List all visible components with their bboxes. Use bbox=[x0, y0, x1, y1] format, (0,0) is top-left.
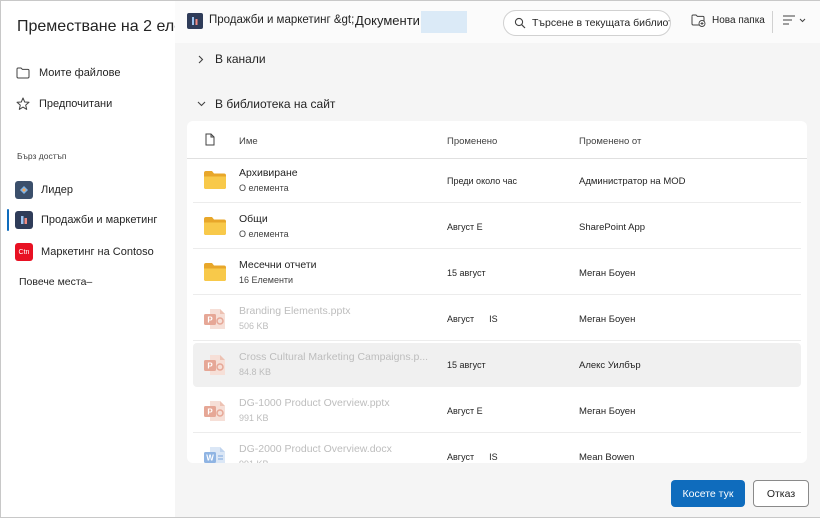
file-type-header-icon bbox=[205, 133, 215, 146]
nav-favorites-label: Предпочитани bbox=[39, 98, 113, 110]
site-item-label: Продажби и маркетинг bbox=[41, 214, 158, 226]
modified-by-cell: Администратор на MOD bbox=[579, 176, 686, 187]
left-pane: Преместване на 2 елемента Моите файлове … bbox=[1, 1, 228, 517]
breadcrumb-highlight bbox=[421, 11, 467, 33]
move-dialog: Преместване на 2 елемента Моите файлове … bbox=[0, 0, 820, 518]
nav-favorites[interactable]: Предпочитани bbox=[15, 94, 112, 114]
modified-cell: 15 август bbox=[447, 360, 486, 370]
table-row[interactable]: P Cross Cultural Marketing Campaigns.p...… bbox=[193, 343, 801, 387]
site-item-leader[interactable]: Лидер bbox=[15, 179, 73, 201]
file-meta: 16 Елементи bbox=[239, 275, 294, 285]
quick-access-label: Бърз достъп bbox=[17, 151, 67, 161]
modified-cell: Преди около час bbox=[447, 176, 517, 186]
modified-by-cell: Меган Боуен bbox=[579, 314, 636, 325]
modified-cell: Август Е bbox=[447, 222, 483, 232]
file-meta: 991 KB bbox=[239, 413, 269, 423]
table-row[interactable]: Архивиране О елемента Преди около час Админ… bbox=[193, 159, 801, 203]
file-meta: О елемента bbox=[239, 229, 289, 239]
contoso-logo-icon: Ctn bbox=[15, 243, 33, 261]
selection-indicator bbox=[7, 209, 9, 231]
toolbar-divider bbox=[772, 11, 773, 33]
column-header-name[interactable]: Име bbox=[239, 136, 258, 147]
svg-text:W: W bbox=[206, 454, 214, 463]
modified-by-cell: Меган Боуен bbox=[579, 406, 636, 417]
site-item-sales-marketing[interactable]: Продажби и маркетинг bbox=[15, 209, 157, 231]
star-icon bbox=[15, 96, 31, 112]
search-box[interactable]: Търсене в текущата библиотека bbox=[503, 10, 671, 36]
table-header: Име Променено Променено от bbox=[187, 121, 807, 159]
group-channels-label: В канали bbox=[215, 52, 266, 66]
file-name: Месечни отчети bbox=[239, 259, 317, 271]
chevron-down-icon bbox=[799, 18, 806, 23]
svg-text:P: P bbox=[207, 408, 213, 417]
search-input[interactable]: Търсене в текущата библиотека bbox=[532, 17, 670, 29]
powerpoint-file-icon: P bbox=[203, 354, 227, 376]
more-places-link[interactable]: Повече места– bbox=[19, 276, 92, 288]
new-folder-button[interactable]: Нова папка bbox=[691, 14, 765, 27]
list-view-icon bbox=[782, 14, 796, 26]
file-name: DG-1000 Product Overview.pptx bbox=[239, 397, 390, 409]
svg-text:P: P bbox=[207, 362, 213, 371]
right-pane: Продажби и маркетинг &gt; Документи Търс… bbox=[175, 1, 820, 517]
site-logo-icon bbox=[15, 181, 33, 199]
new-folder-icon bbox=[691, 14, 706, 27]
word-file-icon: W bbox=[203, 446, 227, 463]
modified-by-cell: Mean Bowen bbox=[579, 452, 635, 463]
table-row[interactable]: P DG-1000 Product Overview.pptx 991 KB Авгу… bbox=[193, 389, 801, 433]
site-avatar-icon bbox=[187, 13, 203, 29]
folder-icon bbox=[203, 170, 227, 192]
view-options-button[interactable] bbox=[782, 14, 806, 26]
file-name: DG-2000 Product Overview.docx bbox=[239, 443, 392, 455]
table-row[interactable]: P Branding Elements.pptx 506 KB Август IS Ме… bbox=[193, 297, 801, 341]
folder-icon bbox=[203, 262, 227, 284]
table-row[interactable]: Общи О елемента Август Е SharePoint App bbox=[193, 205, 801, 249]
file-name: Branding Elements.pptx bbox=[239, 305, 351, 317]
site-item-label: Лидер bbox=[41, 184, 74, 196]
group-site-library[interactable]: В библиотека на сайт bbox=[195, 95, 335, 113]
file-meta: 84.8 KB bbox=[239, 367, 272, 377]
file-meta: 506 KB bbox=[239, 321, 269, 331]
column-header-modified-by[interactable]: Променено от bbox=[579, 136, 641, 147]
folder-outline-icon bbox=[15, 65, 31, 81]
new-folder-label: Нова папка bbox=[712, 15, 765, 26]
chevron-down-icon bbox=[195, 101, 207, 107]
column-header-modified[interactable]: Променено bbox=[447, 136, 497, 147]
svg-text:P: P bbox=[207, 316, 213, 325]
search-icon bbox=[514, 17, 526, 29]
modified-by-cell: Меган Боуен bbox=[579, 268, 636, 279]
breadcrumb-library[interactable]: Документи bbox=[355, 13, 420, 28]
cancel-button[interactable]: Отказ bbox=[753, 480, 809, 507]
file-table: Име Променено Променено от Архивиране О е… bbox=[187, 121, 807, 463]
nav-my-files[interactable]: Моите файлове bbox=[15, 63, 120, 83]
site-item-label: Маркетинг на Contoso bbox=[41, 246, 154, 258]
nav-my-files-label: Моите файлове bbox=[39, 67, 121, 79]
contoso-logo-text: Ctn bbox=[18, 248, 30, 256]
top-bar: Продажби и маркетинг &gt; Документи Търс… bbox=[175, 1, 820, 43]
modified-cell: Август IS bbox=[447, 452, 498, 462]
file-name: Cross Cultural Marketing Campaigns.p... bbox=[239, 351, 429, 363]
move-here-button[interactable]: Косете тук bbox=[671, 480, 745, 507]
site-logo-icon bbox=[15, 211, 33, 229]
modified-cell: 15 август bbox=[447, 268, 486, 278]
group-channels[interactable]: В канали bbox=[195, 50, 266, 68]
breadcrumb-site[interactable]: Продажби и маркетинг &gt; bbox=[209, 14, 354, 26]
modified-cell: Август Е bbox=[447, 406, 483, 416]
group-site-library-label: В библиотека на сайт bbox=[215, 97, 336, 111]
file-name: Архивиране bbox=[239, 167, 298, 179]
dialog-footer: Косете тук Отказ bbox=[175, 463, 820, 517]
modified-by-cell: Алекс Уилбър bbox=[579, 360, 641, 371]
file-meta: О елемента bbox=[239, 183, 289, 193]
powerpoint-file-icon: P bbox=[203, 308, 227, 330]
file-name: Общи bbox=[239, 213, 268, 225]
modified-cell: Август IS bbox=[447, 314, 498, 324]
modified-by-cell: SharePoint App bbox=[579, 222, 646, 233]
chevron-right-icon bbox=[195, 55, 207, 64]
site-item-contoso-marketing[interactable]: Ctn Маркетинг на Contoso bbox=[15, 241, 154, 263]
powerpoint-file-icon: P bbox=[203, 400, 227, 422]
table-row[interactable]: Месечни отчети 16 Елементи 15 август Меган … bbox=[193, 251, 801, 295]
folder-icon bbox=[203, 216, 227, 238]
table-row[interactable]: WDG-2000 Product Overview.docx991 KBАвгу… bbox=[193, 435, 801, 463]
